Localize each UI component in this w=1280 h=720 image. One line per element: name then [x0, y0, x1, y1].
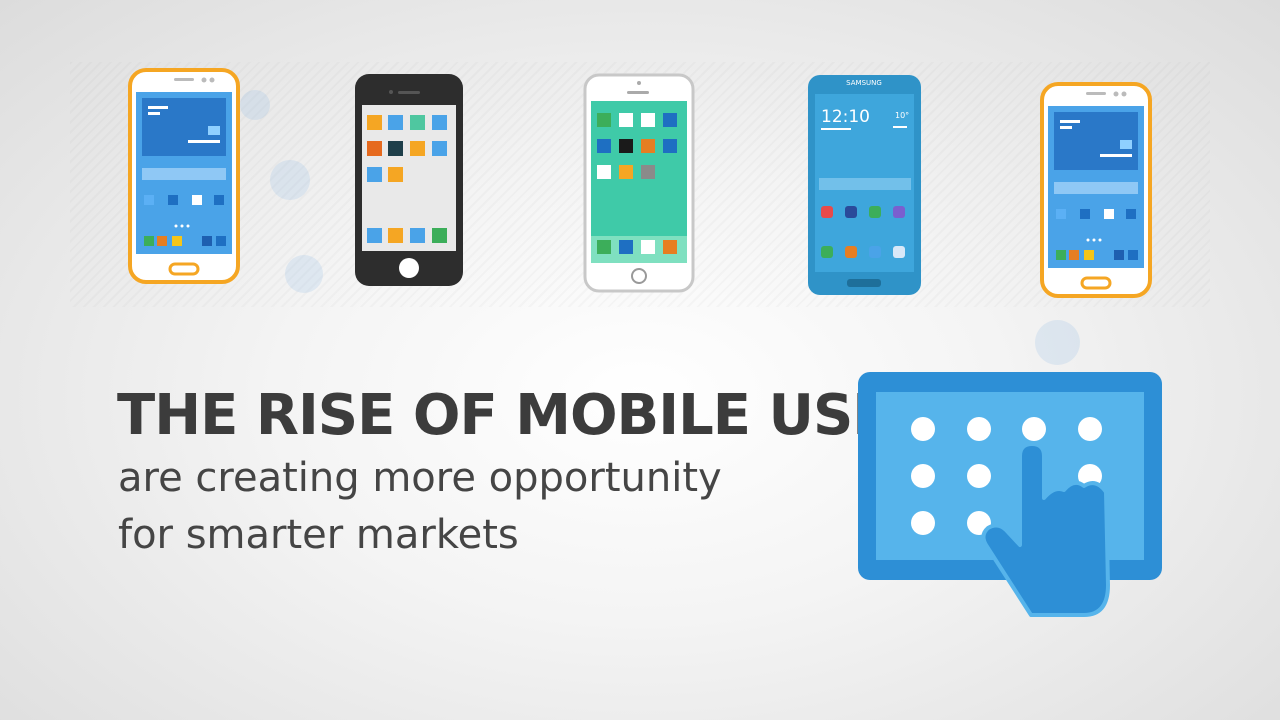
subline-2: for smarter markets [118, 512, 519, 558]
samsung-temperature: 10° [895, 111, 909, 120]
iphone-dark-icon [355, 74, 463, 286]
background-bubble [240, 90, 270, 120]
samsung-brand-label: SAMSUNG [846, 79, 882, 87]
background-bubble [270, 160, 310, 200]
background-bubble [285, 255, 323, 293]
headline: THE RISE OF MOBILE USERS [117, 383, 972, 448]
android-phone-icon [128, 68, 240, 284]
android-phone-icon [1040, 82, 1152, 298]
samsung-phone-icon: SAMSUNG 12:10 10° [808, 75, 921, 295]
subline-1: are creating more opportunity [118, 455, 722, 501]
samsung-clock: 12:10 [821, 107, 870, 127]
background-bubble [1035, 320, 1080, 365]
iphone-light-icon [583, 73, 695, 293]
tablet-touch-icon [858, 372, 1162, 617]
